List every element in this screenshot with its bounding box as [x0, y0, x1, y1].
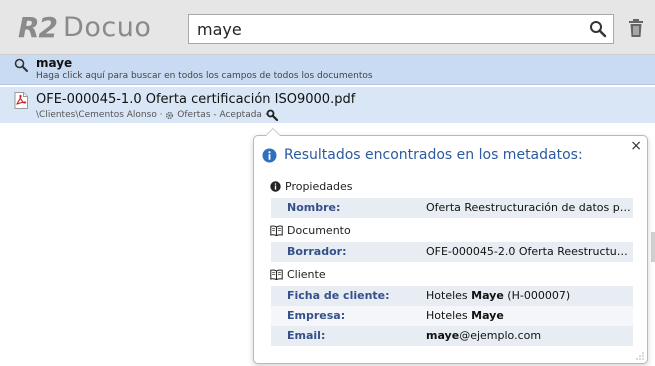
value-text: Hoteles [426, 289, 472, 302]
metadata-value: Hoteles Maye [426, 309, 631, 322]
metadata-value: OFE-000045-2.0 Oferta Reestructuración..… [426, 245, 631, 258]
metadata-key: Nombre: [287, 201, 341, 214]
search-all-suggestion[interactable]: maye Haga click aquí para buscar en todo… [0, 55, 655, 85]
document-status: Ofertas - Aceptada · [177, 110, 268, 120]
search-icon [14, 58, 28, 72]
value-text: (H-000007) [503, 289, 571, 302]
metadata-results-popover: × Resultados encontrados en los metadato… [253, 128, 648, 364]
metadata-value: maye@ejemplo.com [426, 329, 631, 342]
section-label: Documento [287, 224, 351, 237]
value-text: Hoteles [426, 309, 472, 322]
metadata-key: Borrador: [287, 245, 347, 258]
document-result-row[interactable]: OFE-000045-1.0 Oferta certificación ISO9… [0, 87, 655, 123]
section-cliente: Cliente [270, 268, 326, 281]
suggestion-hint: Haga click aquí para buscar en todos los… [36, 71, 373, 81]
document-path: \Clientes\Cementos Alonso · Ofertas - Ac… [36, 110, 268, 121]
metadata-value: Oferta Reestructuración de datos para... [426, 201, 631, 214]
section-propiedades: Propiedades [270, 180, 352, 193]
section-label: Cliente [287, 268, 326, 281]
metadata-key: Ficha de cliente: [287, 289, 390, 302]
popover-arrow [265, 128, 281, 136]
metadata-search-icon[interactable] [266, 109, 278, 121]
suggestion-term: maye [36, 56, 73, 70]
search-box [188, 14, 614, 44]
section-documento: Documento [270, 224, 351, 237]
book-icon [270, 269, 283, 280]
metadata-value: Hoteles Maye (H-000007) [426, 289, 631, 302]
metadata-row: Empresa: Hoteles Maye [271, 306, 633, 326]
value-match: Maye [471, 309, 504, 322]
value-text: @ejemplo.com [459, 329, 542, 342]
metadata-row: Ficha de cliente: Hoteles Maye (H-000007… [271, 286, 633, 306]
metadata-row: Borrador: OFE-000045-2.0 Oferta Reestruc… [271, 242, 633, 262]
metadata-row: Email: maye@ejemplo.com [271, 326, 633, 346]
section-label: Propiedades [285, 180, 353, 193]
info-icon [262, 148, 277, 163]
document-title[interactable]: OFE-000045-1.0 Oferta certificación ISO9… [36, 92, 355, 107]
pdf-file-icon [14, 92, 28, 109]
popover-title: Resultados encontrados en los metadatos: [284, 147, 583, 163]
gear-icon [166, 111, 174, 119]
metadata-key: Email: [287, 329, 326, 342]
resize-grip-icon[interactable] [636, 352, 644, 360]
search-input[interactable] [197, 19, 577, 39]
scrollbar[interactable] [651, 232, 655, 262]
metadata-row: Nombre: Oferta Reestructuración de datos… [271, 198, 633, 218]
value-match: Maye [471, 289, 504, 302]
logo-name: Docuo [63, 11, 152, 43]
metadata-key: Empresa: [287, 309, 346, 322]
info-icon [270, 181, 281, 192]
trash-icon[interactable] [627, 18, 645, 38]
close-icon[interactable]: × [630, 139, 642, 153]
document-folder-path: \Clientes\Cementos Alonso · [36, 110, 166, 120]
app-logo[interactable]: R2 Docuo [18, 10, 151, 44]
logo-mark: R2 [18, 10, 58, 44]
book-icon [270, 225, 283, 236]
search-icon[interactable] [589, 20, 607, 38]
value-match: maye [426, 329, 460, 342]
app-header: R2 Docuo [0, 0, 655, 55]
